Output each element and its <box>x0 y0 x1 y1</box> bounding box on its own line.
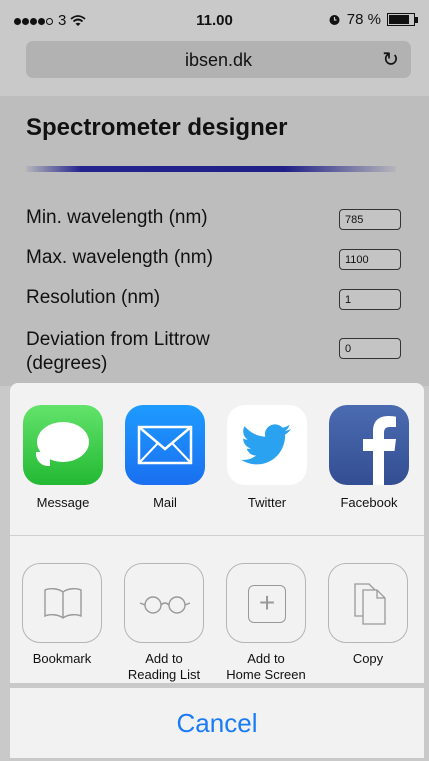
min-wavelength-input[interactable] <box>339 209 401 230</box>
alarm-clock-icon <box>329 15 340 25</box>
resolution-label: Resolution (nm) <box>26 287 161 308</box>
share-app-label: Message <box>36 495 90 510</box>
message-icon <box>23 405 103 485</box>
share-app-label: Twitter <box>247 495 287 510</box>
battery-icon <box>387 13 418 26</box>
littrow-deviation-label: Deviation from Littrow (degrees) <box>26 329 210 374</box>
page-content: Spectrometer designer Min. wavelength (n… <box>0 96 429 386</box>
address-bar[interactable]: ibsen.dk ↻ <box>26 41 411 78</box>
min-wavelength-row: Min. wavelength (nm) <box>26 206 411 234</box>
action-label: Bookmark <box>32 651 92 666</box>
action-label: Copy <box>352 651 384 666</box>
share-app-message[interactable]: Message <box>18 405 108 510</box>
url-text: ibsen.dk <box>184 50 253 70</box>
share-app-label: Mail <box>153 495 177 510</box>
share-apps-row: Message Mail Twitter Facebook <box>10 383 424 533</box>
share-panel: Message Mail Twitter Facebook Bookmark A… <box>10 383 424 683</box>
copy-icon <box>328 563 408 643</box>
littrow-deviation-row: Deviation from Littrow (degrees) <box>26 328 411 380</box>
max-wavelength-input[interactable] <box>339 249 401 270</box>
action-label: Add to Home Screen <box>226 651 306 682</box>
add-home-screen-icon: + <box>226 563 306 643</box>
page-title: Spectrometer designer <box>26 114 288 141</box>
action-copy[interactable]: Copy <box>320 563 416 667</box>
share-sheet: Message Mail Twitter Facebook Bookmark A… <box>10 383 424 761</box>
mail-icon <box>125 405 205 485</box>
littrow-deviation-input[interactable] <box>339 338 401 359</box>
status-bar: 3 11.00 78 % <box>0 0 429 34</box>
resolution-row: Resolution (nm) <box>26 286 411 314</box>
bookmark-icon <box>22 563 102 643</box>
reading-list-icon <box>124 563 204 643</box>
status-right: 78 % <box>328 11 418 28</box>
resolution-input[interactable] <box>339 289 401 310</box>
twitter-icon <box>227 405 307 485</box>
share-app-mail[interactable]: Mail <box>120 405 210 510</box>
min-wavelength-label: Min. wavelength (nm) <box>26 207 208 228</box>
action-add-reading-list[interactable]: Add to Reading List <box>116 563 212 683</box>
max-wavelength-label: Max. wavelength (nm) <box>26 247 213 268</box>
share-app-facebook[interactable]: Facebook <box>324 405 414 510</box>
battery-percent: 78 % <box>346 11 381 28</box>
max-wavelength-row: Max. wavelength (nm) <box>26 246 411 274</box>
reload-icon[interactable]: ↻ <box>382 47 399 72</box>
facebook-icon <box>329 405 409 485</box>
cancel-button[interactable]: Cancel <box>10 688 424 758</box>
spectrum-bar <box>26 166 396 172</box>
action-add-home-screen[interactable]: + Add to Home Screen <box>218 563 314 683</box>
share-divider <box>10 535 424 536</box>
action-label: Add to Reading List <box>127 651 201 682</box>
share-app-twitter[interactable]: Twitter <box>222 405 312 510</box>
share-app-label: Facebook <box>340 495 398 510</box>
share-actions-row: Bookmark Add to Reading List + Add to Ho… <box>10 543 424 683</box>
action-bookmark[interactable]: Bookmark <box>14 563 110 667</box>
